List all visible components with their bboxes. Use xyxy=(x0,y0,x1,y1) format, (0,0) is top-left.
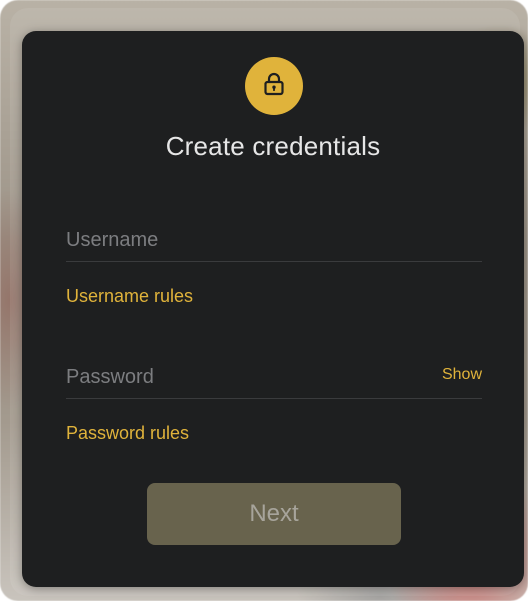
next-button[interactable]: Next xyxy=(147,483,401,545)
lock-icon xyxy=(263,72,285,101)
username-field-container xyxy=(66,221,482,262)
credentials-card: Create credentials Username rules Show P… xyxy=(22,31,524,587)
password-field-container: Show xyxy=(66,358,482,399)
username-rules-link[interactable]: Username rules xyxy=(66,286,193,307)
password-rules-link[interactable]: Password rules xyxy=(66,423,189,444)
username-input[interactable] xyxy=(66,221,406,259)
page-title: Create credentials xyxy=(165,131,381,161)
lock-badge xyxy=(245,57,303,115)
password-input[interactable] xyxy=(66,358,406,396)
show-password-toggle[interactable]: Show xyxy=(442,366,482,384)
